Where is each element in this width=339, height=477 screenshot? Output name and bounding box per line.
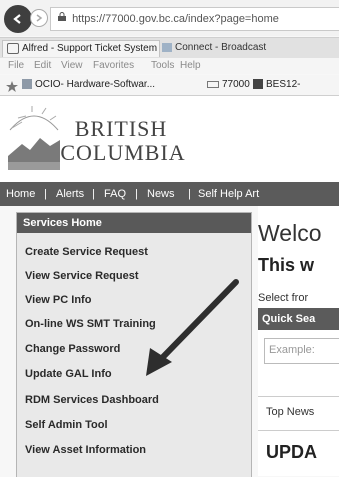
welcome-heading: Welco xyxy=(258,220,322,246)
search-placeholder: Example: xyxy=(269,344,315,356)
divider xyxy=(258,430,339,431)
quick-search-input[interactable]: Example: xyxy=(264,338,339,364)
quick-search-header: Quick Sea xyxy=(258,308,339,330)
intro-heading: This w xyxy=(258,255,315,275)
select-text: Select fror xyxy=(258,292,309,304)
main-content: Welco This w Select fror Quick Sea Examp… xyxy=(258,206,339,476)
top-news-heading[interactable]: Top News xyxy=(266,406,314,418)
news-headline[interactable]: UPDA xyxy=(266,442,317,463)
divider xyxy=(258,396,339,397)
